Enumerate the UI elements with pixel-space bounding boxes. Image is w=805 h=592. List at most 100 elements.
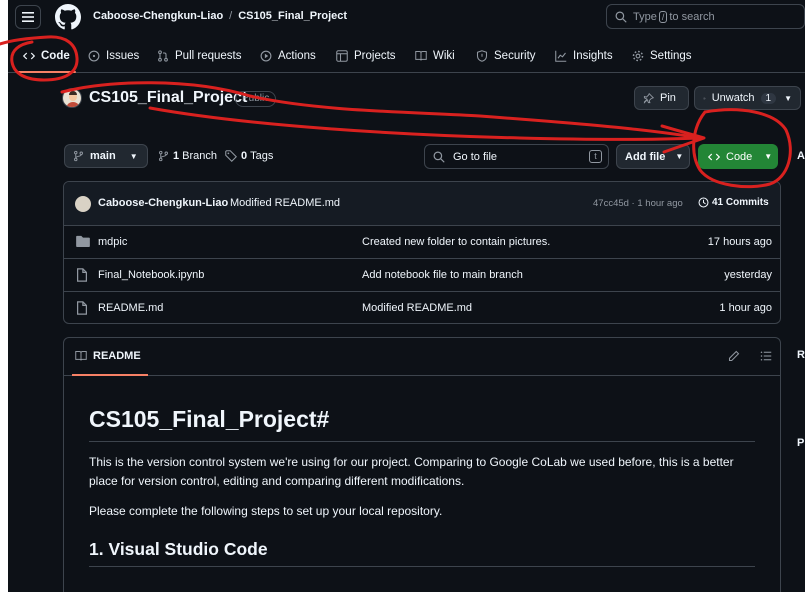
repo-title[interactable]: CS105_Final_Project xyxy=(89,89,247,107)
commits-link[interactable]: 41 Commits xyxy=(698,197,769,208)
file-row[interactable]: mdpic Created new folder to contain pict… xyxy=(64,226,780,259)
file-name[interactable]: Final_Notebook.ipynb xyxy=(98,269,204,281)
play-icon xyxy=(260,50,272,62)
readme-title: CS105_Final_Project# xyxy=(89,406,755,442)
readme-header: README xyxy=(64,338,780,376)
pencil-icon[interactable] xyxy=(728,350,740,362)
gear-icon xyxy=(632,50,644,62)
book-icon xyxy=(75,351,87,361)
go-to-file-shortcut: t xyxy=(589,150,602,163)
tab-wiki[interactable]: Wiki xyxy=(415,47,455,65)
selected-tab-indicator xyxy=(16,71,76,73)
avatar-image-icon xyxy=(66,91,80,107)
releases-heading-fragment: R xyxy=(797,349,805,361)
code-icon xyxy=(23,52,35,60)
issue-icon xyxy=(88,50,100,62)
go-to-file-placeholder: Go to file xyxy=(453,150,498,163)
tags-label: Tags xyxy=(250,150,274,162)
github-logo-icon[interactable] xyxy=(55,4,81,30)
tab-label: Actions xyxy=(278,50,316,62)
tab-label: Settings xyxy=(650,50,692,62)
branches-label: Branch xyxy=(182,150,217,162)
about-heading-fragment: A xyxy=(797,150,805,162)
readme-heading: 1. Visual Studio Code xyxy=(89,539,755,567)
branch-icon xyxy=(74,150,83,162)
commit-sha[interactable]: 47cc45d · 1 hour ago xyxy=(593,198,683,209)
eye-icon xyxy=(703,97,706,99)
readme-tools xyxy=(728,350,772,362)
search-prefix: Type xyxy=(633,10,657,23)
file-age: yesterday xyxy=(724,269,772,281)
tab-settings[interactable]: Settings xyxy=(632,47,692,65)
tab-code[interactable]: Code xyxy=(23,47,70,65)
code-icon xyxy=(708,153,720,160)
branch-name: main xyxy=(90,150,116,162)
shield-icon xyxy=(476,50,488,62)
readme-panel: README CS105_Final_Project# This is the … xyxy=(63,337,781,592)
tab-label: Projects xyxy=(354,50,396,62)
branch-icon xyxy=(159,150,168,162)
commits-label: 41 Commits xyxy=(712,197,769,208)
code-dropdown-button[interactable]: Code ▼ xyxy=(698,144,778,169)
latest-commit-row: Caboose-Chengkun-Liao Modified README.md… xyxy=(64,182,780,226)
tab-security[interactable]: Security xyxy=(476,47,536,65)
tab-projects[interactable]: Projects xyxy=(336,47,396,65)
commit-message[interactable]: Modified README.md xyxy=(230,197,340,209)
search-icon xyxy=(433,151,445,163)
watch-button[interactable]: Unwatch 1 ▼ xyxy=(694,86,801,110)
chevron-down-icon: ▼ xyxy=(129,151,138,161)
tab-label: Pull requests xyxy=(175,50,242,62)
tab-label: Security xyxy=(494,50,536,62)
breadcrumb: Caboose-Chengkun-Liao / CS105_Final_Projec… xyxy=(93,10,347,22)
add-file-button[interactable]: Add file ▼ xyxy=(616,144,690,169)
repo-link[interactable]: CS105_Final_Project xyxy=(238,10,347,22)
owner-link[interactable]: Caboose-Chengkun-Liao xyxy=(93,10,223,22)
tab-actions[interactable]: Actions xyxy=(260,47,316,65)
file-icon xyxy=(77,268,87,282)
menu-button[interactable] xyxy=(15,5,41,29)
file-commit-message[interactable]: Add notebook file to main branch xyxy=(362,269,523,281)
visibility-badge: Public xyxy=(235,91,277,107)
branches-link[interactable]: 1 Branch xyxy=(158,150,217,162)
branches-count: 1 xyxy=(173,150,180,162)
tab-insights[interactable]: Insights xyxy=(555,47,613,65)
tab-label: Insights xyxy=(573,50,613,62)
file-commit-message[interactable]: Created new folder to contain pictures. xyxy=(362,236,550,248)
github-repo-page: Caboose-Chengkun-Liao / CS105_Final_Projec… xyxy=(8,0,805,592)
file-list: Caboose-Chengkun-Liao Modified README.md… xyxy=(63,181,781,324)
readme-tab[interactable]: README xyxy=(75,350,141,362)
folder-icon xyxy=(76,235,90,247)
readme-tab-label: README xyxy=(93,350,141,362)
add-file-label: Add file xyxy=(625,150,666,163)
commit-author-avatar[interactable] xyxy=(75,196,91,212)
chevron-down-icon[interactable]: ▼ xyxy=(784,94,792,103)
chevron-down-icon: ▼ xyxy=(675,152,684,161)
owner-avatar[interactable] xyxy=(62,88,82,108)
file-name[interactable]: mdpic xyxy=(98,236,127,248)
watch-count: 1 xyxy=(760,92,777,104)
commit-author[interactable]: Caboose-Chengkun-Liao xyxy=(98,197,228,209)
tab-pull-requests[interactable]: Pull requests xyxy=(157,47,241,65)
tab-issues[interactable]: Issues xyxy=(88,47,139,65)
file-row[interactable]: README.md Modified README.md 1 hour ago xyxy=(64,292,780,323)
chevron-down-icon: ▼ xyxy=(764,152,773,161)
tags-link[interactable]: 0 Tags xyxy=(225,150,273,162)
branch-selector[interactable]: main ▼ xyxy=(64,144,148,168)
tab-label: Code xyxy=(41,50,70,62)
book-icon xyxy=(415,51,427,61)
pin-button[interactable]: Pin xyxy=(634,86,689,110)
file-row[interactable]: Final_Notebook.ipynb Add notebook file t… xyxy=(64,259,780,292)
tags-count: 0 xyxy=(241,150,248,162)
search-input[interactable]: Type / to search xyxy=(606,4,805,29)
go-to-file-input[interactable]: Go to file t xyxy=(424,144,609,169)
pin-label: Pin xyxy=(660,92,676,104)
file-commit-message[interactable]: Modified README.md xyxy=(362,302,472,314)
file-name[interactable]: README.md xyxy=(98,302,163,314)
graph-icon xyxy=(555,50,567,62)
tag-icon xyxy=(225,150,237,162)
code-label: Code xyxy=(726,150,753,163)
search-icon xyxy=(615,11,627,23)
readme-tab-indicator xyxy=(72,374,148,376)
list-icon[interactable] xyxy=(760,350,772,362)
history-icon xyxy=(698,197,709,208)
